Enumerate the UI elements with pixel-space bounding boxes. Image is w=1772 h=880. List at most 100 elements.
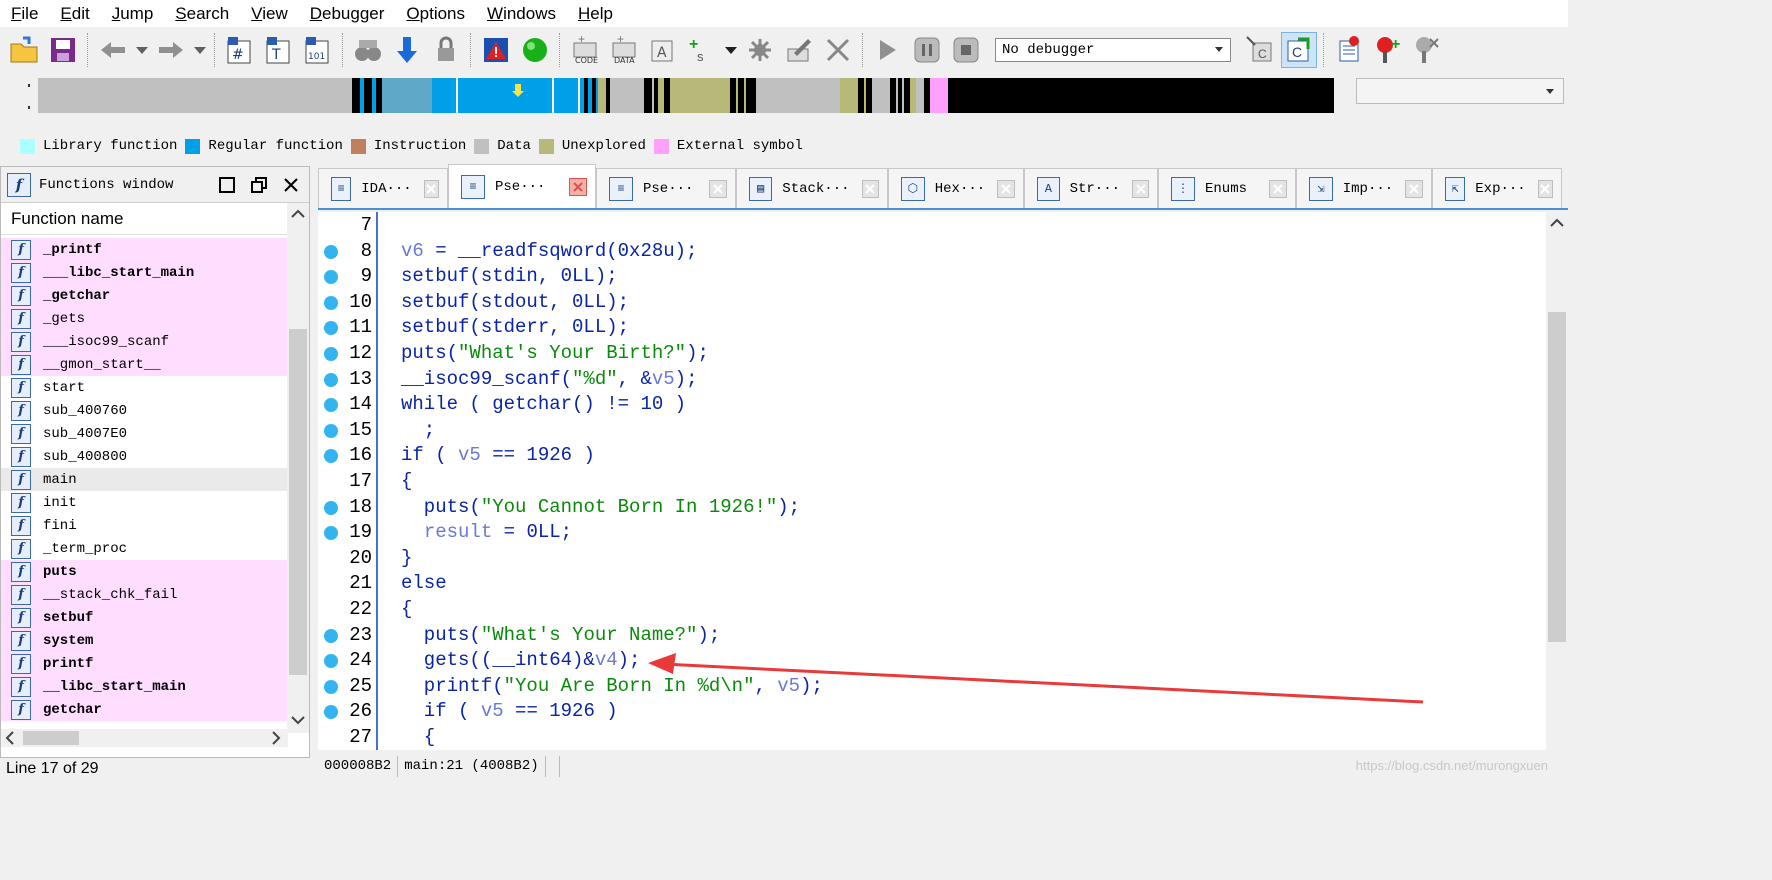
breakpoint-dot-icon[interactable] xyxy=(324,244,338,259)
function-name-column-header[interactable]: Function name xyxy=(1,203,309,235)
breakpoint-dot-icon[interactable] xyxy=(324,372,338,387)
function-row[interactable]: f sub_400760 xyxy=(1,399,288,422)
code-line[interactable]: 8 v6 = __readfsqword(0x28u); xyxy=(318,239,1546,264)
function-row[interactable]: f init xyxy=(1,491,288,514)
close-icon[interactable] xyxy=(281,175,301,195)
tab-enums[interactable]: ⋮ Enums xyxy=(1158,168,1296,208)
jump-binary-icon[interactable]: 101 xyxy=(300,32,336,68)
struct-dropdown-icon[interactable] xyxy=(723,32,739,68)
warning-icon[interactable] xyxy=(478,32,514,68)
green-status-icon[interactable] xyxy=(517,32,553,68)
code-line[interactable]: 13 __isoc99_scanf("%d", &v5); xyxy=(318,367,1546,392)
pseudocode-view[interactable]: 7 8 v6 = __readfsqword(0x28u); 9 setbuf(stdi… xyxy=(318,212,1568,750)
scrollbar-thumb[interactable] xyxy=(289,329,307,675)
code-line[interactable]: 9 setbuf(stdin, 0LL); xyxy=(318,264,1546,289)
tab-pseudocode[interactable]: ≡ Pse··· xyxy=(596,168,736,208)
breakpoint-dot-icon[interactable] xyxy=(324,270,338,285)
close-tab-icon[interactable] xyxy=(1405,179,1423,198)
function-row[interactable]: f sub_400800 xyxy=(1,445,288,468)
breakpoint-dot-icon[interactable] xyxy=(324,628,338,643)
breakpoint-dot-icon[interactable] xyxy=(324,321,338,336)
menu-edit[interactable]: Edit xyxy=(49,0,100,27)
tab-structures[interactable]: A Str··· xyxy=(1024,168,1158,208)
code-line[interactable]: 7 xyxy=(318,213,1546,238)
add-struct-icon[interactable]: + s xyxy=(684,32,720,68)
code-line[interactable]: 25 printf("You Are Born In %d\n", v5); xyxy=(318,674,1546,699)
back-dropdown-icon[interactable] xyxy=(134,32,150,68)
pause-icon[interactable] xyxy=(909,32,945,68)
scroll-right-icon[interactable] xyxy=(271,731,281,745)
breakpoint-dot-icon[interactable] xyxy=(324,398,338,413)
breakpoint-dot-icon[interactable] xyxy=(324,423,338,438)
code-line[interactable]: 20} xyxy=(318,546,1546,571)
code-line[interactable]: 10 setbuf(stdout, 0LL); xyxy=(318,290,1546,315)
jump-address-icon[interactable]: # xyxy=(222,32,258,68)
close-tab-icon[interactable] xyxy=(1132,179,1149,198)
add-breakpoint-icon[interactable]: + xyxy=(1370,32,1406,68)
function-row[interactable]: f system xyxy=(1,629,288,652)
function-row[interactable]: f _printf xyxy=(1,238,288,261)
code-line[interactable]: 14 while ( getchar() != 10 ) xyxy=(318,392,1546,417)
search-binoculars-icon[interactable] xyxy=(350,32,386,68)
scroll-left-icon[interactable] xyxy=(5,731,15,745)
scrollbar-thumb[interactable] xyxy=(1548,312,1566,642)
menu-help[interactable]: Help xyxy=(567,0,624,27)
code-line[interactable]: 22 { xyxy=(318,597,1546,622)
maximize-icon[interactable] xyxy=(217,175,237,195)
functions-horizontal-scrollbar[interactable] xyxy=(1,729,288,747)
run-to-cursor-icon[interactable]: C xyxy=(1281,32,1317,68)
code-line[interactable]: 26 if ( v5 == 1926 ) xyxy=(318,699,1546,724)
nav-segment-select[interactable] xyxy=(1356,78,1564,104)
close-tab-icon[interactable] xyxy=(997,179,1015,198)
function-row[interactable]: f __stack_chk_fail xyxy=(1,583,288,606)
stop-icon[interactable] xyxy=(948,32,984,68)
scroll-up-icon[interactable] xyxy=(291,209,305,219)
scrollbar-thumb[interactable] xyxy=(23,731,79,745)
function-row[interactable]: f start xyxy=(1,376,288,399)
function-row[interactable]: f ___isoc99_scanf xyxy=(1,330,288,353)
forward-arrow-icon[interactable] xyxy=(153,32,189,68)
tab-hex-view[interactable]: ⬡ Hex··· xyxy=(888,168,1024,208)
menu-search[interactable]: Search xyxy=(164,0,240,27)
tab-exports[interactable]: ⇱ Exp··· xyxy=(1432,168,1562,208)
function-row[interactable]: f _getchar xyxy=(1,284,288,307)
breakpoint-dot-icon[interactable] xyxy=(324,347,338,361)
undefine-x-icon[interactable] xyxy=(820,32,856,68)
breakpoint-dot-icon[interactable] xyxy=(324,705,338,720)
function-row[interactable]: f _term_proc xyxy=(1,537,288,560)
function-row[interactable]: f getchar xyxy=(1,698,288,721)
close-tab-icon[interactable] xyxy=(1269,179,1287,198)
edit-pencil-icon[interactable] xyxy=(781,32,817,68)
jump-down-arrow-icon[interactable] xyxy=(389,32,425,68)
code-line[interactable]: 18 puts("You Cannot Born In 1926!"); xyxy=(318,495,1546,520)
menu-options[interactable]: Options xyxy=(395,0,476,27)
lock-icon[interactable] xyxy=(428,32,464,68)
code-line[interactable]: 11 setbuf(stderr, 0LL); xyxy=(318,315,1546,340)
code-line[interactable]: 27 { xyxy=(318,725,1546,750)
function-row[interactable]: f sub_4007E0 xyxy=(1,422,288,445)
breakpoint-dot-icon[interactable] xyxy=(324,679,338,694)
function-row[interactable]: f __gmon_start__ xyxy=(1,353,288,376)
jump-name-icon[interactable]: T xyxy=(261,32,297,68)
function-row[interactable]: f __libc_start_main xyxy=(1,675,288,698)
tab-ida-view[interactable]: ≡ IDA··· xyxy=(318,168,448,208)
menu-file[interactable]: File xyxy=(0,0,49,27)
close-tab-icon[interactable] xyxy=(1537,179,1553,198)
function-gear-icon[interactable] xyxy=(742,32,778,68)
menu-jump[interactable]: Jump xyxy=(101,0,165,27)
restore-icon[interactable] xyxy=(249,175,269,195)
tab-stack[interactable]: ▤ Stack··· xyxy=(736,168,888,208)
breakpoint-dot-icon[interactable] xyxy=(324,654,338,669)
breakpoint-dot-icon[interactable] xyxy=(324,449,338,464)
close-tab-icon[interactable] xyxy=(569,177,587,196)
open-folder-icon[interactable] xyxy=(6,32,42,68)
tab-pseudocode[interactable]: ≡ Pse··· xyxy=(448,164,596,208)
function-row[interactable]: f ___libc_start_main xyxy=(1,261,288,284)
data-icon[interactable]: DATA + xyxy=(606,32,642,68)
code-line[interactable]: 23 puts("What's Your Name?"); xyxy=(318,623,1546,648)
code-line[interactable]: 15 ; xyxy=(318,418,1546,443)
tab-imports[interactable]: ⇲ Imp··· xyxy=(1296,168,1432,208)
code-line[interactable]: 24 gets((__int64)&v4); xyxy=(318,648,1546,673)
function-row[interactable]: f puts xyxy=(1,560,288,583)
attach-icon[interactable]: C xyxy=(1242,32,1278,68)
